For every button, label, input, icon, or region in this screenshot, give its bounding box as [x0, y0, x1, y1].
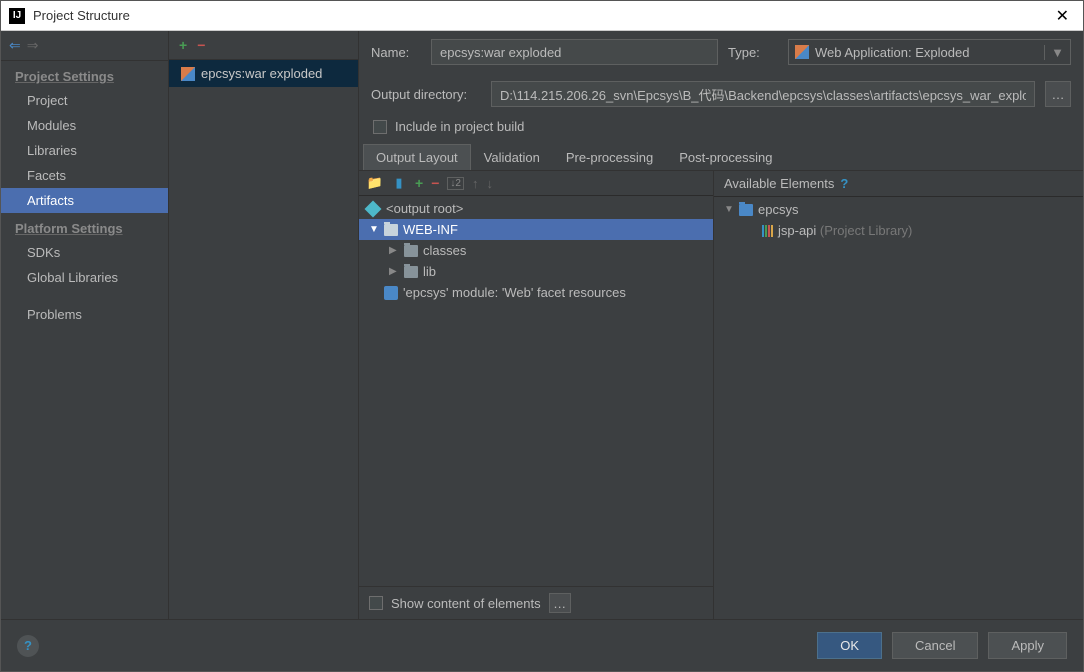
folder-icon	[404, 245, 418, 257]
section-platform-settings: Platform Settings	[1, 213, 168, 240]
remove-artifact-icon[interactable]: −	[197, 37, 205, 53]
type-dropdown[interactable]: Web Application: Exploded ▼	[788, 39, 1071, 65]
forward-icon[interactable]: ⇒	[27, 37, 39, 54]
tree-label: epcsys	[758, 202, 798, 217]
sort-icon[interactable]: ↓2	[447, 177, 464, 190]
sidebar-item-modules[interactable]: Modules	[1, 113, 168, 138]
tab-pre-processing[interactable]: Pre-processing	[553, 144, 666, 170]
ok-button[interactable]: OK	[817, 632, 882, 659]
artifact-item-epcsys[interactable]: epcsys:war exploded	[169, 60, 358, 87]
available-elements-label: Available Elements	[724, 176, 834, 191]
expander-icon[interactable]: ▶	[389, 266, 399, 277]
close-icon[interactable]: ✕	[1050, 6, 1075, 26]
add-artifact-icon[interactable]: +	[179, 37, 187, 53]
titlebar: IJ Project Structure ✕	[1, 1, 1083, 31]
main-area: ⇐ ⇒ Project Settings Project Modules Lib…	[1, 31, 1083, 619]
name-label: Name:	[371, 45, 421, 60]
cancel-button[interactable]: Cancel	[892, 632, 978, 659]
type-icon	[795, 45, 809, 59]
browse-button[interactable]: …	[1045, 81, 1071, 107]
available-lib-jsp-api[interactable]: jsp-api (Project Library)	[714, 220, 1083, 241]
expander-icon[interactable]: ▼	[724, 204, 734, 215]
footer: ? OK Cancel Apply	[1, 619, 1083, 671]
tree-label: <output root>	[386, 201, 463, 216]
available-elements-tree: ▼ epcsys jsp-api (Project Library)	[714, 197, 1083, 243]
available-elements-header: Available Elements ?	[714, 171, 1083, 197]
remove-icon[interactable]: −	[431, 175, 439, 191]
tree-lib[interactable]: ▶ lib	[359, 261, 713, 282]
back-icon[interactable]: ⇐	[9, 37, 21, 54]
sidebar-item-artifacts[interactable]: Artifacts	[1, 188, 168, 213]
tree-label: WEB-INF	[403, 222, 458, 237]
facet-icon	[384, 286, 398, 300]
folder-icon	[404, 266, 418, 278]
tree-facet-resources[interactable]: 'epcsys' module: 'Web' facet resources	[359, 282, 713, 303]
type-label: Type:	[728, 45, 778, 60]
artifacts-list-panel: + − epcsys:war exploded	[169, 31, 359, 619]
output-toolbar: 📁 ▮ + − ↓2 ↑ ↓	[359, 171, 713, 196]
app-icon: IJ	[9, 8, 25, 24]
module-icon	[739, 204, 753, 216]
name-input[interactable]	[431, 39, 718, 65]
section-project-settings: Project Settings	[1, 61, 168, 88]
folder-icon	[384, 224, 398, 236]
sidebar-item-project[interactable]: Project	[1, 88, 168, 113]
tree-label: 'epcsys' module: 'Web' facet resources	[403, 285, 626, 300]
sidebar-item-problems[interactable]: Problems	[1, 302, 168, 327]
tab-output-layout[interactable]: Output Layout	[363, 144, 471, 170]
tree-classes[interactable]: ▶ classes	[359, 240, 713, 261]
chevron-down-icon: ▼	[1044, 45, 1064, 60]
sidebar-item-sdks[interactable]: SDKs	[1, 240, 168, 265]
tree-label: jsp-api (Project Library)	[778, 223, 912, 238]
new-archive-icon[interactable]: ▮	[391, 175, 407, 191]
expander-icon[interactable]: ▼	[369, 224, 379, 235]
details-panel: Name: Type: Web Application: Exploded ▼ …	[359, 31, 1083, 619]
artifact-icon	[181, 67, 195, 81]
tree-label: classes	[423, 243, 466, 258]
show-content-label: Show content of elements	[391, 596, 541, 611]
sidebar: ⇐ ⇒ Project Settings Project Modules Lib…	[1, 31, 169, 619]
tab-validation[interactable]: Validation	[471, 144, 553, 170]
help-button[interactable]: ?	[17, 635, 39, 657]
expander-icon[interactable]: ▶	[389, 245, 399, 256]
artifact-label: epcsys:war exploded	[201, 66, 322, 81]
type-value: Web Application: Exploded	[815, 45, 969, 60]
new-folder-icon[interactable]: 📁	[367, 175, 383, 191]
tab-post-processing[interactable]: Post-processing	[666, 144, 785, 170]
include-label: Include in project build	[395, 119, 524, 134]
window-title: Project Structure	[33, 8, 1050, 23]
help-icon[interactable]: ?	[840, 176, 848, 191]
tabs: Output Layout Validation Pre-processing …	[359, 144, 1083, 171]
elements-more-button[interactable]: …	[549, 593, 571, 613]
tree-web-inf[interactable]: ▼ WEB-INF	[359, 219, 713, 240]
available-elements-pane: Available Elements ? ▼ epcsys jsp-api (P…	[714, 171, 1083, 619]
show-content-checkbox[interactable]	[369, 596, 383, 610]
sidebar-item-libraries[interactable]: Libraries	[1, 138, 168, 163]
tree-label: lib	[423, 264, 436, 279]
move-down-icon[interactable]: ↓	[486, 176, 493, 191]
artifacts-toolbar: + −	[169, 31, 358, 60]
bottom-options: Show content of elements …	[359, 586, 713, 619]
output-tree: <output root> ▼ WEB-INF ▶ classes ▶	[359, 196, 713, 586]
content-split: 📁 ▮ + − ↓2 ↑ ↓ <output root> ▼	[359, 171, 1083, 619]
tree-output-root[interactable]: <output root>	[359, 198, 713, 219]
output-layout-pane: 📁 ▮ + − ↓2 ↑ ↓ <output root> ▼	[359, 171, 714, 619]
outdir-input[interactable]	[491, 81, 1035, 107]
output-root-icon	[365, 200, 382, 217]
library-icon	[762, 225, 773, 237]
include-checkbox[interactable]	[373, 120, 387, 134]
outdir-label: Output directory:	[371, 87, 481, 102]
sidebar-nav: ⇐ ⇒	[1, 31, 168, 61]
sidebar-item-facets[interactable]: Facets	[1, 163, 168, 188]
sidebar-item-global-libraries[interactable]: Global Libraries	[1, 265, 168, 290]
apply-button[interactable]: Apply	[988, 632, 1067, 659]
available-module-epcsys[interactable]: ▼ epcsys	[714, 199, 1083, 220]
add-copy-icon[interactable]: +	[415, 175, 423, 191]
move-up-icon[interactable]: ↑	[472, 176, 479, 191]
